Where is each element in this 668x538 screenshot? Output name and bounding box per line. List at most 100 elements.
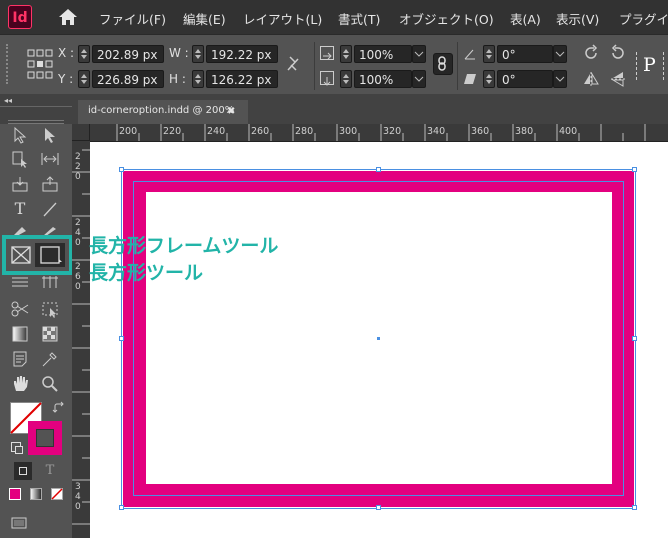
vertical-grid-tool-icon[interactable] bbox=[40, 276, 60, 288]
menu-layout[interactable]: レイアウト(L) bbox=[243, 9, 322, 28]
formatting-text-icon[interactable]: T bbox=[40, 462, 60, 480]
menu-plugins[interactable]: プラグイ bbox=[619, 9, 668, 28]
note-tool-icon[interactable] bbox=[10, 350, 30, 368]
y-label: Y : bbox=[58, 72, 74, 86]
direct-selection-tool-icon[interactable] bbox=[40, 126, 60, 144]
default-fill-stroke-icon[interactable] bbox=[11, 442, 23, 454]
menu-file[interactable]: ファイル(F) bbox=[99, 9, 166, 28]
type-tool-icon[interactable]: T bbox=[10, 200, 30, 218]
apply-color-icon[interactable] bbox=[9, 488, 21, 500]
rotate-dropdown[interactable] bbox=[553, 45, 567, 63]
swap-fill-stroke-icon[interactable] bbox=[52, 401, 66, 415]
v-ruler-tick: 2 4 0 bbox=[75, 218, 81, 248]
menu-type[interactable]: 書式(T) bbox=[338, 9, 380, 28]
shear-stepper[interactable] bbox=[483, 70, 495, 88]
content-collector-icon[interactable] bbox=[10, 175, 30, 193]
menu-object[interactable]: オブジェクト(O) bbox=[399, 9, 494, 28]
content-placer-icon[interactable] bbox=[40, 175, 60, 193]
constrain-proportions-icon[interactable] bbox=[286, 55, 300, 73]
reference-point-icon[interactable] bbox=[27, 49, 53, 79]
rotate-cw-icon[interactable] bbox=[582, 44, 600, 62]
selection-handle-bottom[interactable] bbox=[376, 505, 381, 510]
scale-y-stepper[interactable] bbox=[340, 70, 352, 88]
document-tab[interactable]: id-corneroption.indd @ 200% bbox=[78, 100, 248, 124]
selection-handle-bottom-right[interactable] bbox=[632, 505, 637, 510]
scale-x-dropdown[interactable] bbox=[412, 45, 426, 63]
formatting-container-icon[interactable] bbox=[14, 462, 32, 480]
selection-handle-top-right[interactable] bbox=[632, 167, 637, 172]
page-tool-icon[interactable] bbox=[10, 150, 30, 168]
h-ruler-tick: 400 bbox=[559, 126, 578, 137]
h-ruler-tick: 300 bbox=[339, 126, 358, 137]
line-tool-icon[interactable] bbox=[40, 200, 60, 218]
hand-tool-icon[interactable] bbox=[10, 374, 30, 392]
rotate-field[interactable]: 0° bbox=[497, 45, 553, 63]
grip-icon bbox=[6, 44, 12, 84]
scale-x-field[interactable]: 100% bbox=[354, 45, 412, 63]
p-indicator: P bbox=[636, 52, 664, 80]
scale-y-field[interactable]: 100% bbox=[354, 70, 412, 88]
gap-tool-icon[interactable] bbox=[40, 150, 60, 168]
zoom-tool-icon[interactable] bbox=[40, 374, 60, 392]
selection-handle-right[interactable] bbox=[632, 336, 637, 341]
screen-mode-icon[interactable] bbox=[10, 516, 30, 530]
h-stepper[interactable] bbox=[192, 70, 204, 88]
document-tab-title: id-corneroption.indd @ 200% bbox=[88, 105, 235, 116]
gradient-swatch-tool-icon[interactable] bbox=[10, 325, 30, 343]
x-field[interactable]: 202.89 px bbox=[92, 45, 164, 63]
shear-field[interactable]: 0° bbox=[497, 70, 553, 88]
flip-vertical-icon[interactable] bbox=[609, 70, 627, 88]
eyedropper-tool-icon[interactable] bbox=[40, 350, 60, 368]
link-icon[interactable] bbox=[433, 53, 453, 75]
w-label: W : bbox=[169, 46, 189, 60]
flip-horizontal-icon[interactable] bbox=[582, 70, 600, 88]
rotate-ccw-icon[interactable] bbox=[609, 44, 627, 62]
selection-tool-icon[interactable] bbox=[10, 126, 30, 144]
h-ruler-tick: 260 bbox=[251, 126, 270, 137]
tool-callout: 長方形フレームツール 長方形ツール bbox=[89, 233, 278, 287]
gradient-feather-tool-icon[interactable] bbox=[40, 325, 60, 343]
p-label: P bbox=[643, 54, 656, 76]
toolbar-grip bbox=[8, 120, 64, 124]
selection-handle-top[interactable] bbox=[376, 167, 381, 172]
callout-rectangle-tool: 長方形ツール bbox=[89, 262, 204, 284]
scissors-tool-icon[interactable] bbox=[10, 300, 30, 318]
rectangle-tool-icon[interactable] bbox=[39, 245, 63, 265]
selection-handle-bottom-left[interactable] bbox=[119, 505, 124, 510]
callout-rectangle-frame-tool: 長方形フレームツール bbox=[89, 235, 279, 257]
x-stepper[interactable] bbox=[78, 45, 90, 63]
selection-handle-top-left[interactable] bbox=[119, 167, 124, 172]
horizontal-grid-tool-icon[interactable] bbox=[10, 276, 30, 288]
menu-table[interactable]: 表(A) bbox=[510, 9, 541, 28]
h-field[interactable]: 126.22 px bbox=[206, 70, 278, 88]
app-logo: Id bbox=[8, 5, 32, 29]
y-field[interactable]: 226.89 px bbox=[92, 70, 164, 88]
v-ruler-tick: 2 6 0 bbox=[75, 262, 81, 292]
h-ruler-tick: 360 bbox=[471, 126, 490, 137]
scale-y-icon bbox=[320, 71, 334, 86]
collapse-panel-icon[interactable]: ◂◂ bbox=[4, 96, 12, 105]
center-point bbox=[377, 337, 380, 340]
home-icon[interactable] bbox=[58, 8, 78, 26]
toolbar-header bbox=[0, 106, 72, 113]
vertical-ruler: 2 2 0 2 4 0 2 6 0 3 4 0 bbox=[72, 141, 91, 538]
free-transform-tool-icon[interactable] bbox=[40, 300, 60, 318]
rotate-angle-icon bbox=[463, 46, 477, 60]
w-stepper[interactable] bbox=[192, 45, 204, 63]
horizontal-ruler: 200 220 240 260 280 300 320 340 360 380 … bbox=[90, 124, 668, 142]
scale-y-dropdown[interactable] bbox=[412, 70, 426, 88]
apply-gradient-icon[interactable] bbox=[30, 488, 42, 500]
close-tab-icon[interactable]: ✖ bbox=[227, 106, 235, 117]
menu-edit[interactable]: 編集(E) bbox=[183, 9, 226, 28]
selection-handle-left[interactable] bbox=[119, 336, 124, 341]
y-stepper[interactable] bbox=[78, 70, 90, 88]
apply-none-icon[interactable] bbox=[51, 488, 63, 500]
menu-view[interactable]: 表示(V) bbox=[556, 9, 599, 28]
stroke-swatch[interactable] bbox=[28, 421, 62, 455]
w-field[interactable]: 192.22 px bbox=[206, 45, 278, 63]
shear-dropdown[interactable] bbox=[553, 70, 567, 88]
h-ruler-tick: 320 bbox=[383, 126, 402, 137]
rotate-stepper[interactable] bbox=[483, 45, 495, 63]
rectangle-frame-tool-icon[interactable] bbox=[10, 245, 32, 265]
scale-x-stepper[interactable] bbox=[340, 45, 352, 63]
